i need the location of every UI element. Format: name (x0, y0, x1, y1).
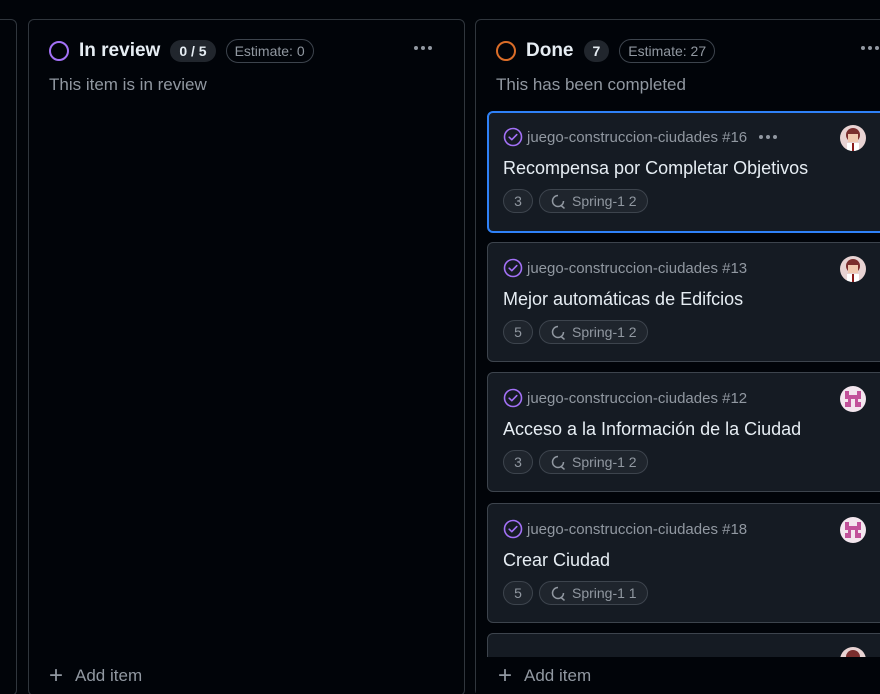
column-description: This has been completed (496, 75, 686, 94)
issue-reference[interactable]: juego-construccion-ciudades #18 (527, 521, 747, 538)
top-strip (0, 0, 880, 19)
circle-check-icon (503, 388, 523, 408)
column-in-review: In review 0 / 5 Estimate: 0 This item is… (28, 19, 465, 694)
iteration-icon (551, 325, 565, 340)
issue-title[interactable]: Recompensa por Completar Objetivos (503, 158, 808, 179)
avatar[interactable] (840, 386, 866, 412)
column-title: Done (526, 40, 574, 61)
item-count-badge: 0 / 5 (170, 40, 216, 62)
add-item-button[interactable]: + Add item (49, 657, 142, 694)
iteration-field: Spring-1 2 (539, 320, 648, 344)
issue-card[interactable]: juego-construccion-ciudades #12 Acceso a… (487, 372, 880, 492)
avatar[interactable] (840, 125, 866, 151)
iteration-field: Spring-1 1 (539, 581, 648, 605)
issue-title[interactable]: Crear Ciudad (503, 550, 610, 571)
kebab-horizontal-icon (861, 46, 865, 50)
column-header: In review 0 / 5 Estimate: 0 (49, 38, 464, 64)
iteration-icon (551, 455, 565, 470)
estimate-field: 5 (503, 581, 533, 605)
estimate-field: 3 (503, 450, 533, 474)
issue-card[interactable]: juego-construccion-ciudades #13 Mejor au… (487, 242, 880, 362)
kebab-horizontal-icon (414, 46, 418, 50)
iteration-icon (551, 194, 565, 209)
estimate-field: 5 (503, 320, 533, 344)
column-title: In review (79, 40, 161, 61)
item-count-badge: 7 (583, 40, 610, 62)
status-circle-icon (49, 41, 69, 61)
iteration-label: Spring-1 2 (572, 324, 637, 340)
card-menu-button[interactable] (759, 135, 778, 139)
issue-reference[interactable]: juego-construccion-ciudades #13 (527, 260, 747, 277)
kebab-horizontal-icon (759, 135, 764, 139)
circle-check-icon (503, 127, 523, 147)
issue-card[interactable]: juego-construccion-ciudades #18 Crear Ci… (487, 503, 880, 623)
issue-card[interactable]: juego-construccion-ciudades #16 Recompen… (487, 111, 880, 233)
issue-reference[interactable]: juego-construccion-ciudades #16 (527, 129, 747, 146)
avatar[interactable] (840, 517, 866, 543)
issue-title[interactable]: Mejor automáticas de Edifcios (503, 289, 743, 310)
add-item-label: Add item (75, 666, 143, 685)
estimate-badge: Estimate: 27 (619, 39, 716, 63)
column-done: Done 7 Estimate: 27 This has been comple… (475, 19, 880, 694)
status-circle-icon (496, 41, 516, 61)
column-header: Done 7 Estimate: 27 (496, 38, 880, 64)
add-item-label: Add item (524, 666, 592, 685)
iteration-field: Spring-1 2 (539, 450, 648, 474)
iteration-label: Spring-1 2 (572, 193, 637, 209)
previous-column (0, 19, 17, 694)
iteration-label: Spring-1 2 (572, 454, 637, 470)
circle-check-icon (503, 519, 523, 539)
plus-icon: + (49, 662, 64, 689)
column-description: This item is in review (49, 75, 207, 94)
avatar[interactable] (840, 256, 866, 282)
add-item-button[interactable]: + Add item (476, 657, 880, 694)
column-menu-button[interactable] (409, 36, 437, 60)
column-menu-button[interactable] (856, 36, 880, 60)
issue-reference[interactable]: juego-construccion-ciudades #12 (527, 390, 747, 407)
issue-title[interactable]: Acceso a la Información de la Ciudad (503, 419, 801, 440)
iteration-label: Spring-1 1 (572, 585, 637, 601)
circle-check-icon (503, 258, 523, 278)
iteration-field: Spring-1 2 (539, 189, 648, 213)
plus-icon: + (498, 662, 513, 689)
estimate-badge: Estimate: 0 (225, 39, 314, 63)
iteration-icon (551, 586, 565, 601)
estimate-field: 3 (503, 189, 533, 213)
